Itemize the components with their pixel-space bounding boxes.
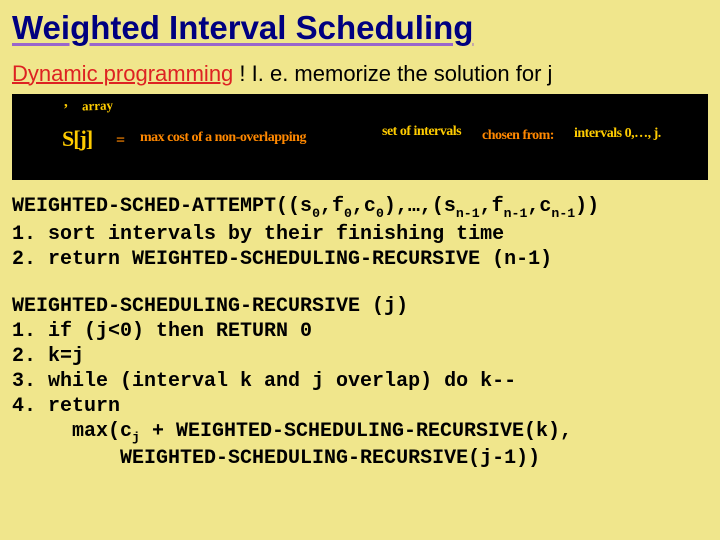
board-desc-4: intervals 0,…, j.	[574, 126, 661, 142]
c1-sub0a: 0	[312, 206, 320, 221]
c2-l3: 2. k=j	[12, 345, 84, 368]
c2-l4: 3. while (interval k and j overlap) do k…	[12, 370, 516, 393]
c1-subna: n-1	[456, 206, 480, 221]
c2-l6sub: j	[132, 430, 140, 445]
c2-l2: 1. if (j<0) then RETURN 0	[12, 320, 312, 343]
c1-l1c: ,c	[352, 195, 376, 218]
c1-l1g: ))	[575, 195, 599, 218]
c1-l1a: WEIGHTED-SCHED-ATTEMPT((s	[12, 195, 312, 218]
board-desc-2: set of intervals	[382, 124, 461, 140]
c1-l1f: ,c	[527, 195, 551, 218]
board-scribble: ,	[64, 94, 68, 111]
board-array-label: array	[82, 98, 114, 115]
c2-l6a: max(c	[12, 420, 132, 443]
c1-l1b: ,f	[320, 195, 344, 218]
board-eq: =	[116, 132, 125, 150]
blackboard: , array S[j] = max cost of a non-overlap…	[12, 94, 708, 180]
subtitle: Dynamic programming ! I. e. memorize the…	[12, 60, 708, 89]
subtitle-emphasis: Dynamic programming	[12, 61, 233, 86]
code-block-2: WEIGHTED-SCHEDULING-RECURSIVE (j) 1. if …	[12, 294, 708, 472]
board-sj: S[j]	[62, 126, 92, 152]
code-block-1: WEIGHTED-SCHED-ATTEMPT((s0,f0,c0),…,(sn-…	[12, 194, 708, 272]
c2-l5: 4. return	[12, 395, 120, 418]
board-desc-1: max cost of a non-overlapping	[140, 130, 306, 146]
slide-title: Weighted Interval Scheduling	[12, 8, 708, 48]
c1-sub0b: 0	[344, 206, 352, 221]
c1-subnc: n-1	[551, 206, 575, 221]
subtitle-rest: ! I. e. memorize the solution for j	[233, 61, 552, 86]
c1-l3: 2. return WEIGHTED-SCHEDULING-RECURSIVE …	[12, 248, 552, 271]
c1-sub0c: 0	[376, 206, 384, 221]
c2-l7: WEIGHTED-SCHEDULING-RECURSIVE(j-1))	[12, 447, 540, 470]
c1-l1d: ),…,(s	[384, 195, 456, 218]
board-desc-3: chosen from:	[482, 128, 554, 144]
c1-l1e: ,f	[480, 195, 504, 218]
slide: Weighted Interval Scheduling Dynamic pro…	[0, 0, 720, 540]
c1-l2: 1. sort intervals by their finishing tim…	[12, 223, 504, 246]
c2-l6b: + WEIGHTED-SCHEDULING-RECURSIVE(k),	[140, 420, 572, 443]
c2-l1: WEIGHTED-SCHEDULING-RECURSIVE (j)	[12, 295, 408, 318]
c1-subnb: n-1	[504, 206, 528, 221]
